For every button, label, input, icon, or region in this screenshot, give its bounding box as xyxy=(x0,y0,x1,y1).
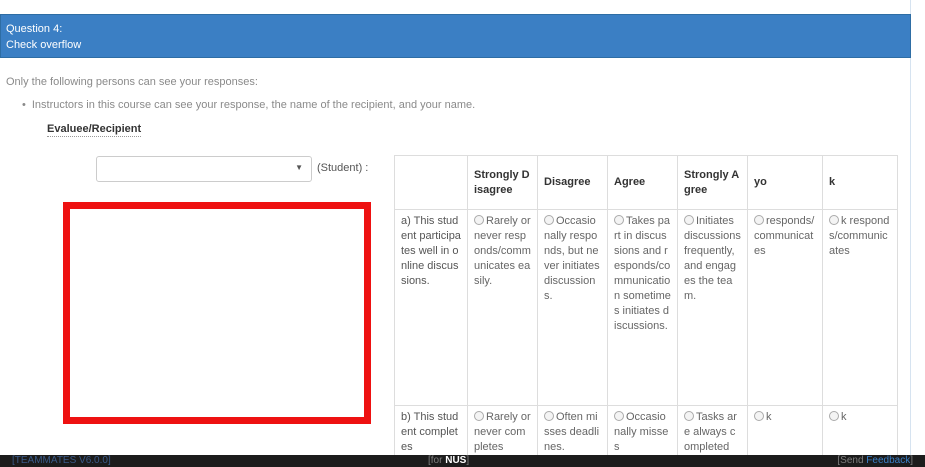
radio-button[interactable] xyxy=(829,215,839,225)
recipient-select[interactable]: ▼ xyxy=(96,156,312,182)
rubric-corner-header xyxy=(394,155,468,210)
choice-label: Occasionally responds, but never initiat… xyxy=(544,215,600,302)
rubric-choice[interactable]: Rarely or never responds/communicates ea… xyxy=(467,209,538,406)
question-panel: Question 4: Check overflow Only the foll… xyxy=(0,0,911,467)
rubric-choice[interactable]: Occasionally responds, but never initiat… xyxy=(537,209,608,406)
recipient-type-label: (Student) : xyxy=(317,162,369,174)
footer-org-suffix: ] xyxy=(466,455,470,466)
choice-label: Takes part in discussions and responds/c… xyxy=(614,215,671,332)
footer-institution: [for NUS] xyxy=(428,455,469,467)
visibility-item: Instructors in this course can see your … xyxy=(31,99,476,111)
choice-label: k xyxy=(766,411,772,423)
rubric-choice[interactable]: responds/communicates xyxy=(747,209,823,406)
footer-version: [TEAMMATES V6.0.0] xyxy=(12,455,111,466)
question-number: Question 4: xyxy=(6,23,63,35)
radio-button[interactable] xyxy=(474,411,484,421)
question-heading: Question 4: Check overflow xyxy=(0,14,911,58)
column-header: Strongly Agree xyxy=(677,155,748,210)
radio-button[interactable] xyxy=(754,411,764,421)
rubric-choice[interactable]: Takes part in discussions and responds/c… xyxy=(607,209,678,406)
bullet-icon: • xyxy=(22,99,26,111)
send-feedback-link[interactable]: Feedback xyxy=(866,455,910,466)
radio-button[interactable] xyxy=(614,411,624,421)
rubric-choice[interactable]: k responds/communicates xyxy=(822,209,898,406)
rubric-table: Strongly Disagree Disagree Agree Strongl… xyxy=(394,155,898,466)
footer-feedback: [Send Feedback] xyxy=(837,455,913,467)
visibility-intro: Only the following persons can see your … xyxy=(6,76,258,88)
radio-button[interactable] xyxy=(754,215,764,225)
choice-label: Initiates discussions frequently, and en… xyxy=(684,215,741,302)
column-header: Agree xyxy=(607,155,678,210)
choice-label: Rarely or never responds/communicates ea… xyxy=(474,215,531,287)
dropdown-arrow-icon: ▼ xyxy=(295,163,303,172)
radio-button[interactable] xyxy=(684,411,694,421)
radio-button[interactable] xyxy=(614,215,624,225)
radio-button[interactable] xyxy=(474,215,484,225)
footer-feedback-prefix: [Send xyxy=(837,455,867,466)
footer-feedback-suffix: ] xyxy=(910,455,913,466)
column-header: Disagree xyxy=(537,155,608,210)
rubric-row: a) This student participates well in onl… xyxy=(394,209,898,406)
footer-org-name: NUS xyxy=(445,455,467,466)
radio-button[interactable] xyxy=(544,215,554,225)
radio-button[interactable] xyxy=(684,215,694,225)
column-header: Strongly Disagree xyxy=(467,155,538,210)
choice-label: k xyxy=(841,411,847,423)
rubric-header-row: Strongly Disagree Disagree Agree Strongl… xyxy=(394,155,898,210)
footer: [TEAMMATES V6.0.0] [for NUS] [Send Feedb… xyxy=(0,455,925,467)
footer-org-prefix: [for xyxy=(428,455,446,466)
column-header: k xyxy=(822,155,898,210)
radio-button[interactable] xyxy=(544,411,554,421)
redaction-box xyxy=(63,202,371,424)
rubric-statement: a) This student participates well in onl… xyxy=(394,209,468,406)
column-header: yo xyxy=(747,155,823,210)
evaluee-header: Evaluee/Recipient xyxy=(47,123,142,137)
visibility-list: • Instructors in this course can see your… xyxy=(22,99,475,111)
radio-button[interactable] xyxy=(829,411,839,421)
question-title: Check overflow xyxy=(6,39,82,51)
rubric-choice[interactable]: Initiates discussions frequently, and en… xyxy=(677,209,748,406)
